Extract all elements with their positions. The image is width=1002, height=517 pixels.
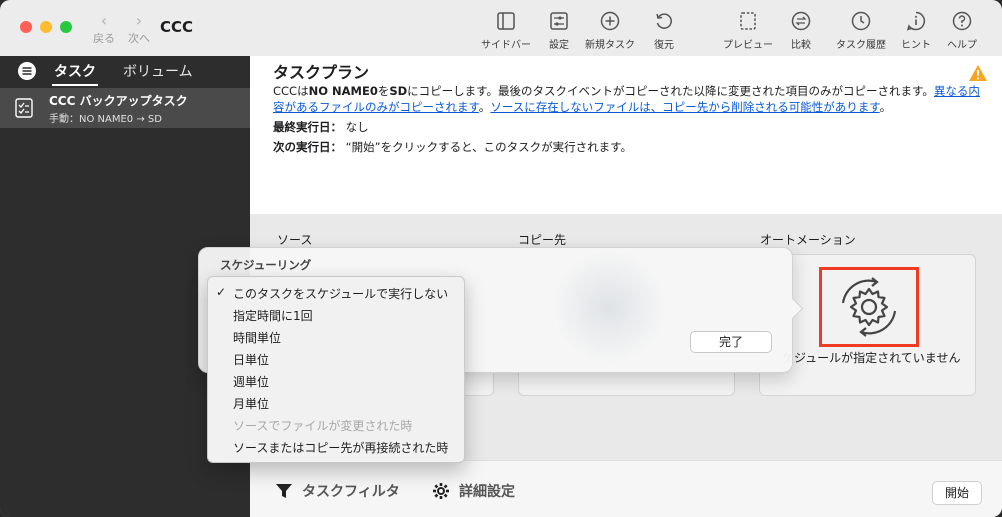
- sidebar-item-backup-task[interactable]: CCC バックアップタスク 手動：NO NAME0 → SD: [0, 88, 250, 128]
- tab-tasks[interactable]: タスク: [52, 61, 98, 86]
- destination-label: コピー先: [518, 233, 567, 247]
- forward-label: 次へ: [128, 32, 150, 45]
- plan-description: CCCはNO NAME0をSDにコピーします。最後のタスクイベントがコピーされた…: [273, 83, 991, 115]
- menu-item-weekly[interactable]: 週単位: [233, 373, 269, 390]
- menu-item-monthly[interactable]: 月単位: [233, 395, 269, 412]
- window-title: CCC: [160, 18, 194, 36]
- sidebar-toolbar-button[interactable]: サイドバー: [478, 10, 534, 51]
- tab-volumes[interactable]: ボリューム: [123, 61, 193, 81]
- zoom-window-button[interactable]: [60, 21, 72, 33]
- link-delete-warning[interactable]: ソースに存在しないファイルは、コピー先から削除される可能性があります: [490, 100, 879, 114]
- last-run-label: 最終実行日：: [273, 120, 342, 134]
- question-icon: [952, 11, 972, 31]
- filter-icon: [276, 484, 292, 498]
- sidebar-icon: [497, 12, 515, 30]
- popover-title: スケジューリング: [220, 258, 312, 272]
- desc-sep: 。: [478, 100, 491, 114]
- checkmark-icon: ✓: [216, 285, 227, 299]
- schedule-dropdown-menu: ✓ このタスクをスケジュールで実行しない 指定時間に1回 時間単位 日単位 週単…: [207, 276, 465, 463]
- restore-icon: [656, 13, 672, 29]
- next-run-row: 次の実行日： “開始”をクリックすると、このタスクが実行されます。: [273, 139, 632, 155]
- compare-icon: [791, 11, 811, 31]
- new-task-toolbar-label: 新規タスク: [585, 40, 635, 51]
- chevron-left-icon: ‹: [100, 11, 108, 30]
- page-title: タスクプラン: [273, 63, 370, 82]
- task-subtitle: 手動：NO NAME0 → SD: [49, 114, 162, 125]
- next-run-value: “開始”をクリックすると、このタスクが実行されます。: [345, 140, 632, 154]
- bottom-bar: タスクフィルタ 詳細設定 開始: [250, 460, 1002, 517]
- help-toolbar-button[interactable]: ヘルプ: [946, 10, 978, 51]
- compare-toolbar-label: 比較: [791, 40, 811, 51]
- title-bar: ‹ 戻る › 次へ CCC サイドバー 設定 新規タスク 復元 プレビュー 比較…: [0, 0, 1002, 57]
- minimize-window-button[interactable]: [40, 21, 52, 33]
- task-name: CCC バックアップタスク: [49, 94, 188, 108]
- back-button[interactable]: ‹ 戻る: [93, 12, 115, 46]
- desc-prefix: CCCは: [273, 84, 309, 98]
- menu-item-daily[interactable]: 日単位: [233, 351, 269, 368]
- info-bubble-icon: [906, 11, 926, 31]
- sidebar-toolbar-label: サイドバー: [481, 40, 531, 51]
- last-run-value: なし: [345, 120, 369, 134]
- desc-mid: を: [377, 84, 390, 98]
- chevron-right-icon: ›: [135, 11, 143, 30]
- task-filter-button[interactable]: タスクフィルタ: [302, 481, 400, 501]
- preview-toolbar-button[interactable]: プレビュー: [722, 10, 774, 51]
- last-run-row: 最終実行日： なし: [273, 119, 369, 135]
- app-window: ‹ 戻る › 次へ CCC サイドバー 設定 新規タスク 復元 プレビュー 比較…: [0, 0, 1002, 517]
- new-task-toolbar-button[interactable]: 新規タスク: [584, 10, 636, 51]
- hint-toolbar-label: ヒント: [901, 40, 931, 51]
- gear-icon: [433, 483, 449, 499]
- menu-item-once[interactable]: 指定時間に1回: [233, 307, 313, 324]
- menu-item-hourly[interactable]: 時間単位: [233, 329, 281, 346]
- source-label: ソース: [277, 233, 313, 247]
- start-button[interactable]: 開始: [931, 481, 982, 505]
- sliders-icon: [550, 12, 568, 30]
- desc-source: NO NAME0: [308, 84, 378, 98]
- warning-icon[interactable]: [968, 64, 988, 82]
- clock-icon: [851, 11, 871, 31]
- menu-item-on-reconnect[interactable]: ソースまたはコピー先が再接続された時: [233, 439, 448, 456]
- popover-blurred-region: [549, 252, 669, 362]
- advanced-settings-button[interactable]: 詳細設定: [459, 481, 515, 501]
- compare-toolbar-button[interactable]: 比較: [788, 10, 814, 51]
- menu-circle-icon[interactable]: [17, 61, 37, 81]
- forward-button[interactable]: › 次へ: [128, 12, 150, 46]
- automation-label: オートメーション: [760, 233, 856, 247]
- automation-gear-icon: [841, 277, 897, 337]
- restore-toolbar-label: 復元: [654, 40, 674, 51]
- hint-toolbar-button[interactable]: ヒント: [900, 10, 932, 51]
- plus-circle-icon: [600, 11, 620, 31]
- done-button[interactable]: 完了: [690, 331, 772, 353]
- settings-toolbar-button[interactable]: 設定: [544, 10, 574, 51]
- task-history-toolbar-button[interactable]: タスク履歴: [834, 10, 888, 51]
- help-toolbar-label: ヘルプ: [947, 40, 977, 51]
- desc-end: 。: [879, 100, 892, 114]
- settings-toolbar-label: 設定: [549, 40, 569, 51]
- menu-item-no-schedule[interactable]: このタスクをスケジュールで実行しない: [233, 285, 448, 302]
- next-run-label: 次の実行日：: [273, 140, 342, 154]
- task-checklist-icon: [15, 98, 33, 118]
- menu-item-on-source-change: ソースでファイルが変更された時: [233, 419, 413, 433]
- automation-highlight: [819, 267, 919, 347]
- close-window-button[interactable]: [20, 21, 32, 33]
- task-history-toolbar-label: タスク履歴: [836, 40, 886, 51]
- restore-toolbar-button[interactable]: 復元: [650, 10, 678, 51]
- desc-text: にコピーします。最後のタスクイベントがコピーされた以降に変更された項目のみがコピ…: [407, 84, 934, 98]
- preview-toolbar-label: プレビュー: [723, 40, 773, 51]
- automation-note: ケジュールが指定されていません: [782, 351, 961, 365]
- preview-icon: [740, 12, 756, 30]
- back-label: 戻る: [93, 32, 115, 45]
- sidebar-tabs: タスク ボリューム: [0, 56, 250, 86]
- desc-dest: SD: [389, 84, 408, 98]
